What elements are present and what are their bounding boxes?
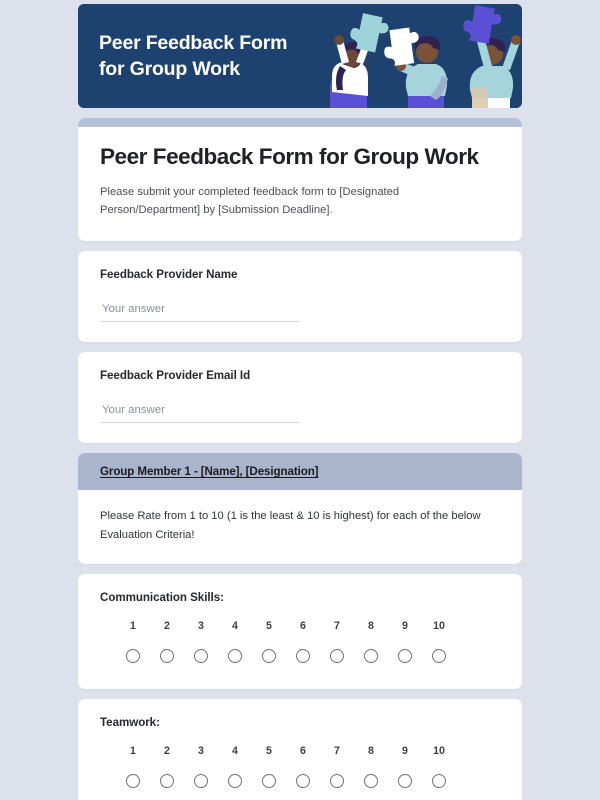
banner-title: Peer Feedback Form for Group Work	[99, 31, 288, 80]
section-instruction: Please Rate from 1 to 10 (1 is the least…	[100, 510, 481, 541]
scale-column: 3	[184, 745, 218, 788]
scale-radio-10[interactable]	[432, 773, 446, 788]
scale-column: 1	[116, 620, 150, 663]
rating-card-teamwork: Teamwork: 1 2 3 4 5 6 7 8 9 10	[78, 698, 522, 800]
scale-radio-4[interactable]	[228, 773, 242, 788]
scale-number-label: 5	[266, 744, 272, 757]
section-body: Please Rate from 1 to 10 (1 is the least…	[78, 490, 522, 563]
scale-radio-8[interactable]	[364, 773, 378, 788]
scale-column: 5	[252, 620, 286, 663]
form-title-card: Peer Feedback Form for Group Work Please…	[78, 118, 522, 242]
scale-column: 6	[286, 620, 320, 663]
scale-number-label: 7	[334, 744, 340, 757]
scale-column: 10	[422, 620, 456, 663]
scale-column: 1	[116, 745, 150, 788]
scale-column: 9	[388, 745, 422, 788]
scale-column: 4	[218, 620, 252, 663]
scale-number-label: 2	[164, 744, 170, 757]
question-label: Feedback Provider Email Id	[100, 369, 251, 383]
form-page: Peer Feedback Form for Group Work Peer F…	[0, 0, 600, 800]
rating-label: Teamwork:	[100, 715, 160, 729]
rating-label: Communication Skills:	[100, 590, 224, 604]
question-card-provider-email: Feedback Provider Email Id	[78, 352, 522, 444]
rating-scale-teamwork: 1 2 3 4 5 6 7 8 9 10	[100, 745, 500, 788]
scale-number-label: 6	[300, 619, 306, 632]
scale-column: 9	[388, 620, 422, 663]
scale-radio-2[interactable]	[160, 773, 174, 788]
scale-number-label: 6	[300, 744, 306, 757]
rating-card-communication-skills: Communication Skills: 1 2 3 4 5 6 7 8 9 10	[78, 573, 522, 689]
scale-number-label: 9	[402, 619, 408, 632]
scale-radio-3[interactable]	[194, 648, 208, 663]
section-header-title: Group Member 1 - [Name], [Designation]	[100, 465, 319, 479]
scale-number-label: 8	[368, 619, 374, 632]
question-card-provider-name: Feedback Provider Name	[78, 251, 522, 343]
scale-number-label: 4	[232, 619, 238, 632]
scale-number-label: 4	[232, 744, 238, 757]
scale-column: 2	[150, 620, 184, 663]
scale-column: 10	[422, 745, 456, 788]
scale-number-label: 10	[433, 744, 445, 757]
scale-number-label: 8	[368, 744, 374, 757]
scale-column: 8	[354, 620, 388, 663]
scale-column: 7	[320, 620, 354, 663]
scale-column: 6	[286, 745, 320, 788]
scale-column: 4	[218, 745, 252, 788]
form-description: Please submit your completed feedback fo…	[100, 186, 400, 217]
scale-column: 8	[354, 745, 388, 788]
scale-radio-5[interactable]	[262, 773, 276, 788]
scale-radio-2[interactable]	[160, 648, 174, 663]
title-card-body: Peer Feedback Form for Group Work Please…	[78, 127, 522, 241]
scale-radio-6[interactable]	[296, 648, 310, 663]
scale-column: 3	[184, 620, 218, 663]
section-card-group-member-1: Group Member 1 - [Name], [Designation] P…	[78, 453, 522, 564]
rating-scale-communication-skills: 1 2 3 4 5 6 7 8 9 10	[100, 620, 500, 663]
scale-radio-1[interactable]	[126, 773, 140, 788]
scale-number-label: 3	[198, 744, 204, 757]
page-title: Peer Feedback Form for Group Work	[100, 144, 479, 169]
scale-number-label: 10	[433, 619, 445, 632]
teamwork-puzzle-illustration	[312, 4, 522, 108]
question-label: Feedback Provider Name	[100, 268, 238, 282]
scale-radio-8[interactable]	[364, 648, 378, 663]
scale-radio-7[interactable]	[330, 648, 344, 663]
scale-radio-3[interactable]	[194, 773, 208, 788]
section-header-bar: Group Member 1 - [Name], [Designation]	[78, 453, 522, 491]
scale-number-label: 9	[402, 744, 408, 757]
form-banner: Peer Feedback Form for Group Work	[78, 4, 522, 108]
scale-radio-6[interactable]	[296, 773, 310, 788]
scale-number-label: 1	[130, 619, 136, 632]
scale-number-label: 2	[164, 619, 170, 632]
scale-column: 7	[320, 745, 354, 788]
scale-radio-10[interactable]	[432, 648, 446, 663]
scale-number-label: 1	[130, 744, 136, 757]
scale-radio-5[interactable]	[262, 648, 276, 663]
scale-column: 5	[252, 745, 286, 788]
scale-column: 2	[150, 745, 184, 788]
provider-email-input[interactable]	[100, 404, 300, 424]
provider-name-input[interactable]	[100, 303, 300, 323]
scale-radio-1[interactable]	[126, 648, 140, 663]
scale-number-label: 7	[334, 619, 340, 632]
scale-radio-4[interactable]	[228, 648, 242, 663]
title-accent-bar	[78, 118, 522, 127]
scale-radio-7[interactable]	[330, 773, 344, 788]
scale-number-label: 5	[266, 619, 272, 632]
scale-radio-9[interactable]	[398, 773, 412, 788]
scale-radio-9[interactable]	[398, 648, 412, 663]
scale-number-label: 3	[198, 619, 204, 632]
